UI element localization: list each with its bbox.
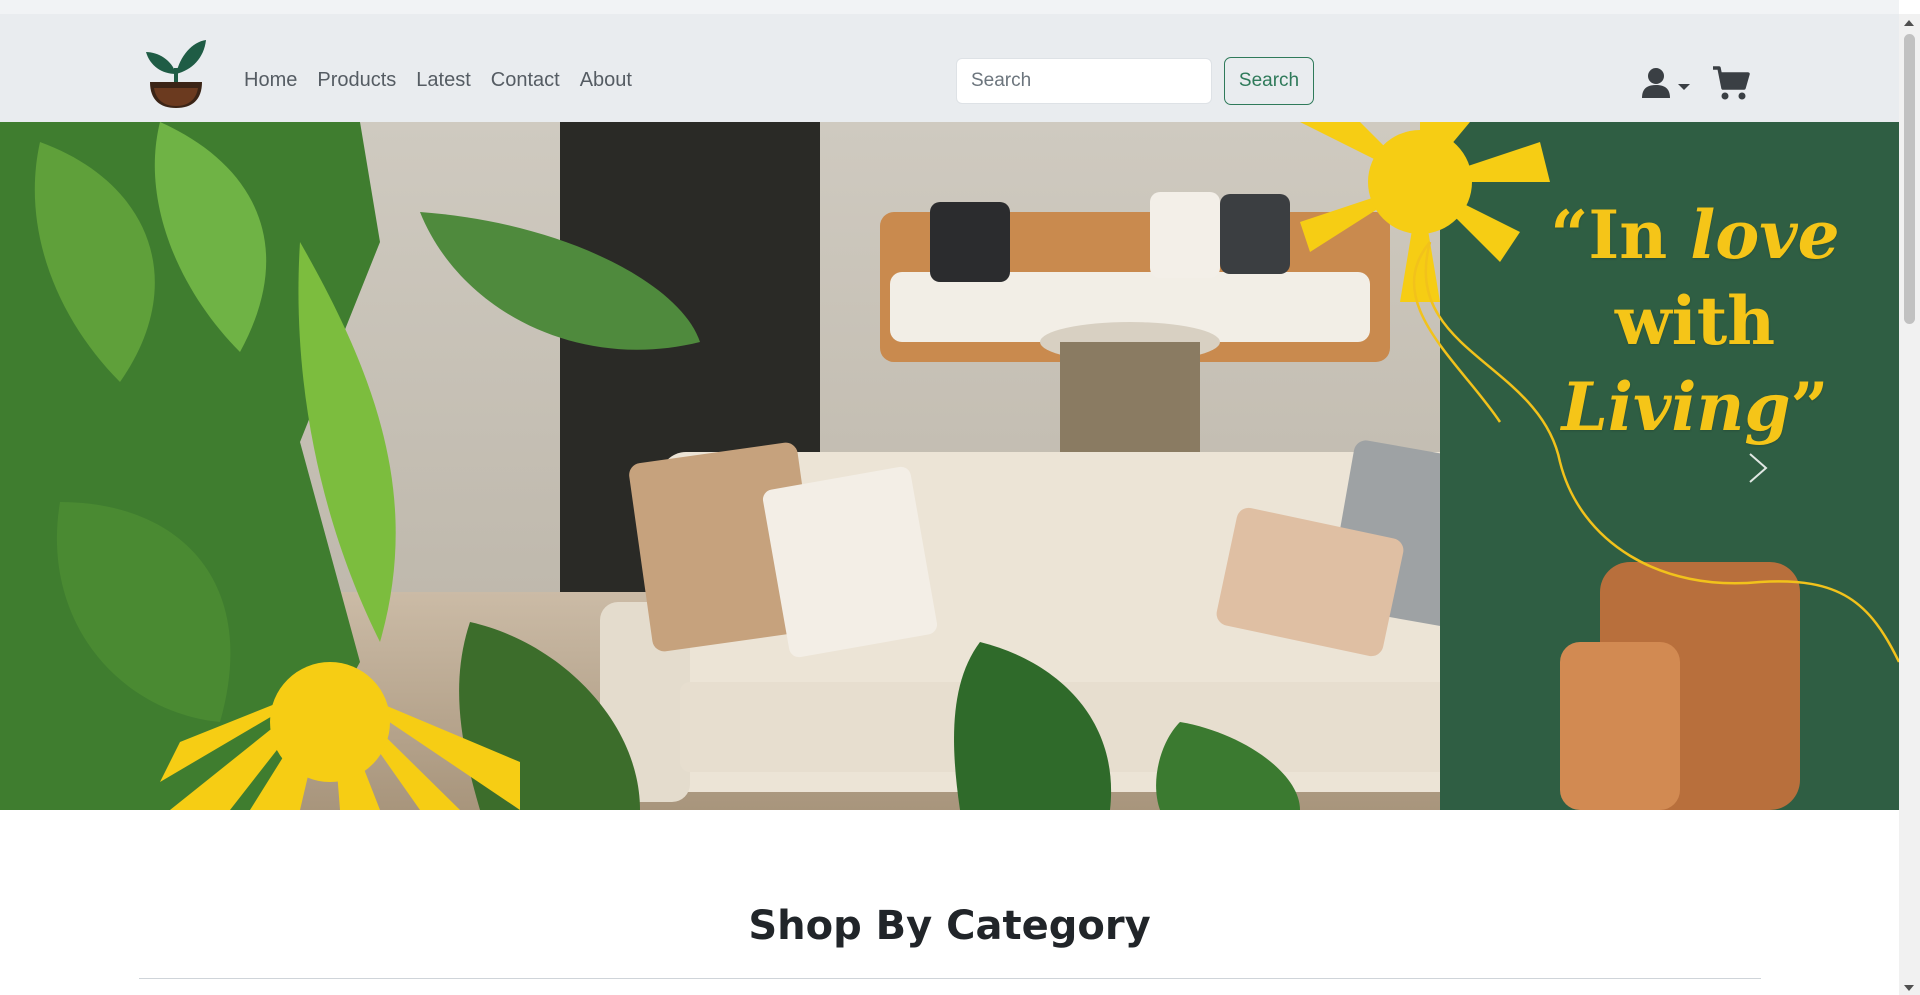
- search-button[interactable]: Search: [1224, 57, 1314, 105]
- hero-carousel: “In love with Living”: [0, 122, 1899, 810]
- nav-contact[interactable]: Contact: [481, 68, 570, 92]
- search-input[interactable]: [956, 58, 1212, 104]
- hero-quote-open: “In: [1550, 196, 1691, 274]
- page-scrollbar[interactable]: [1899, 14, 1920, 995]
- scroll-down-arrow[interactable]: [1904, 985, 1914, 991]
- caret-down-icon: [1678, 84, 1690, 90]
- user-menu-toggle[interactable]: [1640, 66, 1698, 100]
- cart-icon[interactable]: [1712, 64, 1750, 102]
- nav-products[interactable]: Products: [307, 68, 406, 92]
- carousel-next-button[interactable]: [1740, 438, 1780, 498]
- section-title: Shop By Category: [748, 903, 1151, 950]
- scroll-thumb[interactable]: [1904, 34, 1915, 324]
- section-divider: [139, 978, 1761, 979]
- chevron-right-icon: [1749, 453, 1768, 483]
- user-icon: [1642, 68, 1670, 98]
- hero-quote-with: with: [1614, 282, 1776, 360]
- plant-pot-logo[interactable]: [144, 34, 208, 110]
- hero-quote: “In love with Living”: [1535, 192, 1855, 450]
- nav-latest[interactable]: Latest: [406, 68, 480, 92]
- scroll-up-arrow[interactable]: [1904, 20, 1914, 26]
- hero-quote-living: Living: [1561, 368, 1791, 446]
- nav-home[interactable]: Home: [234, 68, 307, 92]
- main-nav: Home Products Latest Contact About: [234, 68, 642, 92]
- hero-quote-love: love: [1690, 196, 1840, 274]
- nav-about[interactable]: About: [570, 68, 642, 92]
- navbar: Home Products Latest Contact About Searc…: [0, 14, 1899, 122]
- hero-quote-close: ”: [1790, 368, 1829, 446]
- window-top-strip: [0, 0, 1899, 14]
